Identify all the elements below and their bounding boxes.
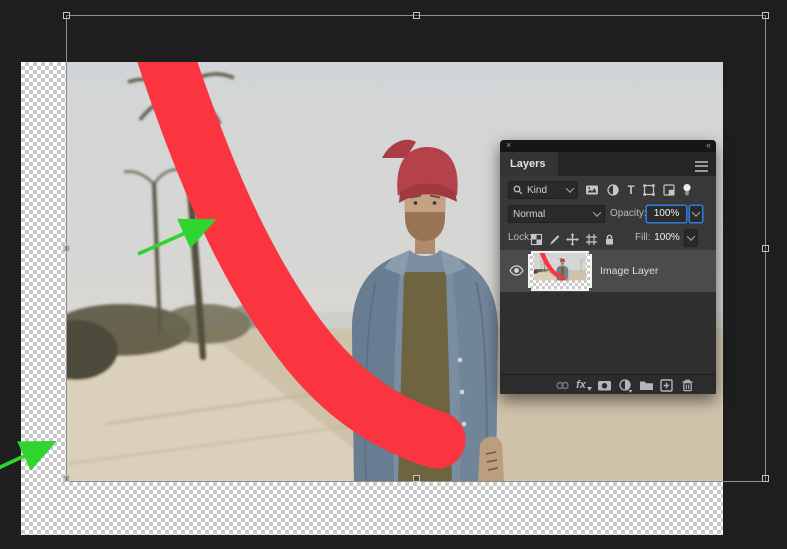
type-layer-filter-button[interactable]: T xyxy=(623,182,639,198)
lock-row: Lock: xyxy=(500,226,716,250)
add-layer-mask-button[interactable] xyxy=(596,377,612,393)
layer-list: Image Layer xyxy=(500,250,716,374)
layer-name: Image Layer xyxy=(600,250,658,292)
new-adjustment-layer-button[interactable] xyxy=(617,377,633,393)
close-icon[interactable]: × xyxy=(506,140,511,151)
filter-toggle-icon xyxy=(680,183,694,198)
lock-transparency-icon xyxy=(530,233,543,246)
thumbnail-corner xyxy=(527,250,531,254)
shape-layer-filter-button[interactable] xyxy=(641,182,657,198)
layer-mask-icon xyxy=(597,378,612,393)
type-filter-icon: T xyxy=(624,183,638,197)
smart-object-filter-icon xyxy=(662,183,676,197)
thumbnail-corner xyxy=(527,288,531,292)
adjustment-filter-icon xyxy=(606,183,620,197)
image-filter-icon xyxy=(585,183,599,197)
fill-dropdown-button[interactable] xyxy=(684,229,698,247)
collapse-panel-icon[interactable]: « xyxy=(706,140,710,151)
filter-toggle-switch[interactable] xyxy=(679,182,695,198)
panel-menu-icon[interactable] xyxy=(695,161,708,172)
layers-panel: × « Layers Kind xyxy=(500,140,716,394)
fill-input[interactable]: 100% xyxy=(652,229,682,247)
lock-all-button[interactable] xyxy=(601,231,617,247)
new-layer-icon xyxy=(659,378,674,393)
fill-label: Fill: xyxy=(635,226,651,250)
panel-tab-bar: Layers xyxy=(500,152,716,176)
opacity-label: Opacity: xyxy=(610,202,647,226)
panel-title-strip: × « xyxy=(500,140,716,152)
smart-object-filter-button[interactable] xyxy=(661,182,677,198)
lock-image-pixels-button[interactable] xyxy=(546,231,562,247)
transform-handle-middle-left[interactable] xyxy=(63,245,70,252)
layer-row-image-layer[interactable]: Image Layer xyxy=(500,250,716,292)
delete-layer-button[interactable] xyxy=(679,377,695,393)
kind-filter-dropdown[interactable]: Kind xyxy=(508,181,578,199)
shape-filter-icon xyxy=(642,183,656,197)
layer-thumbnail[interactable] xyxy=(528,251,592,291)
chevron-down-icon xyxy=(587,387,592,391)
layer-styles-button[interactable]: fx xyxy=(576,377,592,393)
chevron-down-icon xyxy=(593,208,601,216)
blend-mode-dropdown[interactable]: Normal xyxy=(508,205,605,223)
brush-icon xyxy=(548,233,561,246)
panel-footer: fx xyxy=(500,374,716,394)
svg-text:T: T xyxy=(627,185,634,197)
trash-icon xyxy=(680,378,695,393)
chevron-down-icon xyxy=(692,208,700,216)
opacity-input[interactable]: 100% xyxy=(646,205,687,223)
blend-mode-value: Normal xyxy=(513,209,545,220)
link-layers-button[interactable] xyxy=(554,377,570,393)
transform-handle-top-left[interactable] xyxy=(63,12,70,19)
new-group-button[interactable] xyxy=(638,377,654,393)
thumbnail-corner xyxy=(589,250,593,254)
chevron-down-icon xyxy=(566,184,574,192)
new-layer-button[interactable] xyxy=(658,377,674,393)
transform-handle-bottom-middle[interactable] xyxy=(413,475,420,482)
adjustment-icon xyxy=(618,378,633,393)
adjustment-layer-filter-button[interactable] xyxy=(605,182,621,198)
lock-icon xyxy=(603,233,616,246)
transform-handle-bottom-right[interactable] xyxy=(762,475,769,482)
transform-handle-middle-right[interactable] xyxy=(762,245,769,252)
link-icon xyxy=(555,378,570,393)
transform-handle-bottom-left[interactable] xyxy=(63,475,70,482)
thumbnail-corner xyxy=(589,288,593,292)
tab-layers[interactable]: Layers xyxy=(500,152,558,176)
pixel-layer-filter-button[interactable] xyxy=(584,182,600,198)
lock-position-button[interactable] xyxy=(564,231,580,247)
layer-visibility-eye-icon[interactable] xyxy=(509,265,524,279)
lock-artboard-nesting-button[interactable] xyxy=(583,231,599,247)
filter-row: Kind T xyxy=(500,178,716,202)
fx-icon: fx xyxy=(576,377,586,393)
chevron-down-icon xyxy=(687,232,695,240)
lock-transparency-button[interactable] xyxy=(528,231,544,247)
move-icon xyxy=(566,233,579,246)
opacity-dropdown-button[interactable] xyxy=(689,205,703,223)
artboard-icon xyxy=(585,233,598,246)
transform-handle-top-right[interactable] xyxy=(762,12,769,19)
kind-filter-label: Kind xyxy=(527,185,547,196)
search-icon xyxy=(513,185,523,195)
blend-row: Normal Opacity: 100% xyxy=(500,202,716,226)
transform-handle-top-middle[interactable] xyxy=(413,12,420,19)
folder-icon xyxy=(639,378,654,393)
